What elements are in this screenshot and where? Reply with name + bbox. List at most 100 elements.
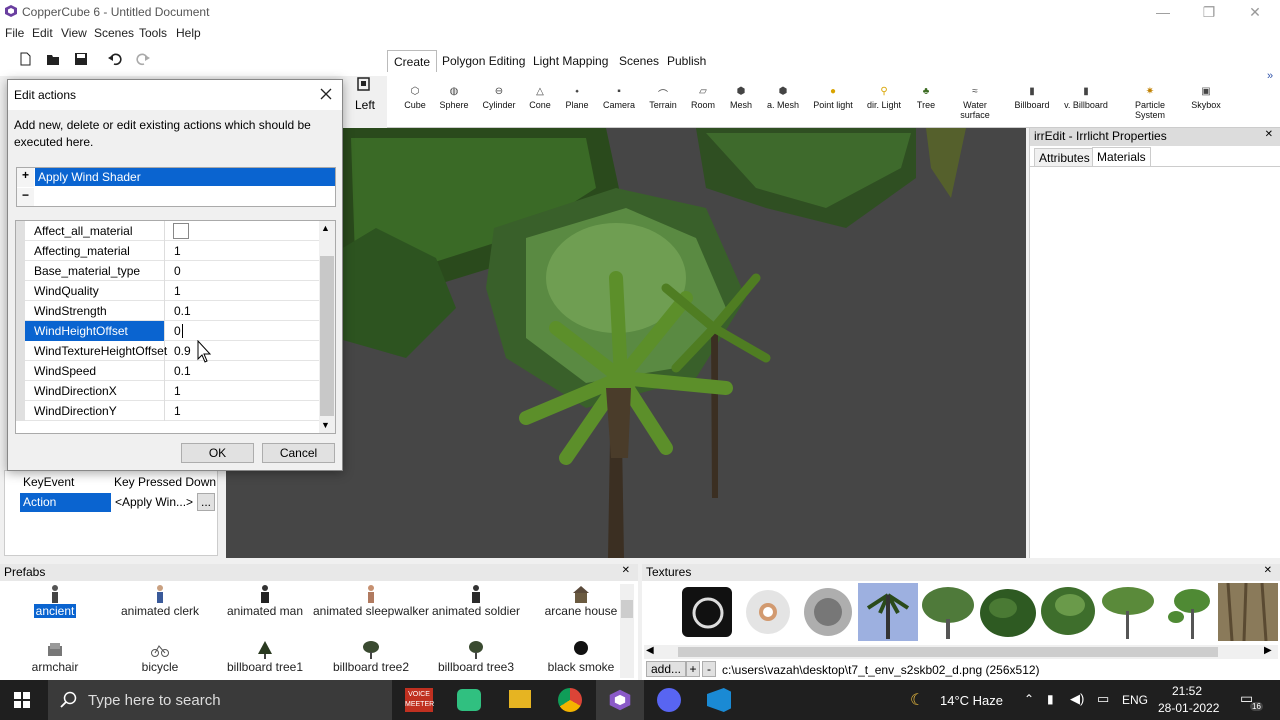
create-skybox-button[interactable]: ▣ Skybox xyxy=(1191,86,1221,110)
prefab-item[interactable]: bicycle xyxy=(101,640,219,674)
coppercube-taskbar-icon[interactable] xyxy=(608,688,632,712)
create-point-light-button[interactable]: ● Point light xyxy=(812,86,854,110)
create-animated-mesh-button[interactable]: ⬢ a. Mesh xyxy=(766,86,800,110)
property-value[interactable]: 1 xyxy=(174,404,181,418)
view-left-icon[interactable] xyxy=(357,77,371,91)
clock-time[interactable]: 21:52 xyxy=(1172,684,1202,698)
prefab-item[interactable]: billboard tree3 xyxy=(417,640,535,674)
prefab-item[interactable]: billboard tree1 xyxy=(206,640,324,674)
tab-publish[interactable]: Publish xyxy=(661,50,712,72)
tab-attributes[interactable]: Attributes xyxy=(1034,148,1095,167)
property-row[interactable]: WindStrength 0.1 xyxy=(25,301,326,321)
prefab-item[interactable]: animated soldier xyxy=(417,584,535,618)
create-billboard-button[interactable]: ▮ Billboard xyxy=(1014,86,1050,110)
create-plane-button[interactable]: ⬩ Plane xyxy=(565,86,589,110)
prefab-item[interactable]: armchair xyxy=(0,640,114,674)
property-value[interactable]: 1 xyxy=(174,284,181,298)
create-cube-button[interactable]: ⬡ Cube xyxy=(402,86,428,110)
undo-icon[interactable] xyxy=(108,52,122,66)
scroll-left-icon[interactable]: ◀ xyxy=(646,645,654,656)
property-value[interactable]: 0 xyxy=(174,264,181,278)
create-dir-light-button[interactable]: ⚲ dir. Light xyxy=(865,86,903,110)
view-left-label[interactable]: Left xyxy=(355,98,375,112)
ok-button[interactable]: OK xyxy=(181,443,254,463)
texture-thumbnail[interactable] xyxy=(738,583,798,641)
textures-scroll-thumb[interactable] xyxy=(678,647,1218,657)
property-value[interactable]: 0 xyxy=(174,324,181,338)
property-row[interactable]: Affect_all_material xyxy=(25,221,326,241)
property-row[interactable]: WindDirectionX 1 xyxy=(25,381,326,401)
prefab-item[interactable]: animated clerk xyxy=(101,584,219,618)
create-tree-button[interactable]: ♣ Tree xyxy=(915,86,937,110)
property-value[interactable]: 1 xyxy=(174,244,181,258)
menu-tools[interactable]: Tools xyxy=(139,26,167,40)
create-camera-button[interactable]: ▪ Camera xyxy=(602,86,636,110)
menu-help[interactable]: Help xyxy=(176,26,201,40)
textures-close-button[interactable]: ✕ xyxy=(1264,565,1272,576)
create-room-button[interactable]: ▱ Room xyxy=(691,86,715,110)
prop-action-value[interactable]: <Apply Win...> xyxy=(115,495,193,509)
redo-icon[interactable] xyxy=(136,52,150,66)
texture-thumbnail[interactable] xyxy=(678,583,738,641)
property-row[interactable]: WindSpeed 0.1 xyxy=(25,361,326,381)
minimize-button[interactable]: — xyxy=(1140,0,1186,24)
texture-thumbnail[interactable] xyxy=(1038,583,1098,641)
app-icon-green[interactable] xyxy=(457,689,481,711)
texture-thumbnail[interactable] xyxy=(978,583,1038,641)
texture-thumbnail[interactable] xyxy=(1218,583,1278,641)
texture-thumbnail[interactable] xyxy=(798,583,858,641)
volume-icon[interactable]: ◀) xyxy=(1070,691,1084,707)
property-row[interactable]: Base_material_type 0 xyxy=(25,261,326,281)
maximize-button[interactable]: ❐ xyxy=(1186,0,1232,24)
prefabs-scroll-thumb[interactable] xyxy=(621,600,633,618)
property-row[interactable]: WindTextureHeightOffset 0.9 xyxy=(25,341,326,361)
prefab-item[interactable]: billboard tree2 xyxy=(312,640,430,674)
property-value[interactable]: 0.9 xyxy=(174,344,191,358)
remove-action-button[interactable]: − xyxy=(17,188,34,206)
search-placeholder[interactable]: Type here to search xyxy=(88,692,221,709)
open-folder-icon[interactable] xyxy=(46,52,60,66)
scroll-up-icon[interactable]: ▲ xyxy=(321,223,330,233)
prop-keyevent-value[interactable]: Key Pressed Down xyxy=(114,475,216,489)
prop-action-edit-button[interactable]: ... xyxy=(197,493,215,511)
create-mesh-button[interactable]: ⬢ Mesh xyxy=(728,86,754,110)
menu-edit[interactable]: Edit xyxy=(32,26,53,40)
network-icon[interactable]: ▭ xyxy=(1097,691,1109,707)
menu-view[interactable]: View xyxy=(61,26,87,40)
tab-scenes[interactable]: Scenes xyxy=(613,50,665,72)
3d-viewport[interactable] xyxy=(226,128,1026,558)
create-cone-button[interactable]: △ Cone xyxy=(528,86,552,110)
texture-thumbnail-selected[interactable] xyxy=(858,583,918,641)
property-row[interactable]: WindDirectionY 1 xyxy=(25,401,326,421)
texture-thumbnail[interactable] xyxy=(1098,583,1158,641)
affect-all-checkbox[interactable] xyxy=(173,223,189,239)
texture-thumbnail[interactable] xyxy=(918,583,978,641)
property-row[interactable]: WindQuality 1 xyxy=(25,281,326,301)
prefab-item[interactable]: ancient xyxy=(0,584,114,618)
property-value[interactable]: 0.1 xyxy=(174,304,191,318)
create-sphere-button[interactable]: ◍ Sphere xyxy=(439,86,469,110)
chrome-icon[interactable] xyxy=(558,688,582,712)
prefab-item[interactable]: animated man xyxy=(206,584,324,618)
property-row[interactable]: Affecting_material 1 xyxy=(25,241,326,261)
texture-plus-button[interactable]: + xyxy=(686,661,700,677)
create-v-billboard-button[interactable]: ▮ v. Billboard xyxy=(1064,86,1108,110)
language-indicator[interactable]: ENG xyxy=(1122,693,1148,707)
texture-minus-button[interactable]: - xyxy=(702,661,716,677)
tab-materials[interactable]: Materials xyxy=(1092,147,1151,166)
prefabs-scrollbar[interactable] xyxy=(620,584,634,678)
save-icon[interactable] xyxy=(74,52,88,66)
property-value[interactable]: 1 xyxy=(174,384,181,398)
discord-icon[interactable] xyxy=(657,688,681,712)
property-grid-scroll-thumb[interactable] xyxy=(320,256,334,416)
windows-start-icon[interactable] xyxy=(14,692,30,708)
create-particle-system-button[interactable]: ✷ Particle System xyxy=(1122,86,1178,120)
prefabs-close-button[interactable]: ✕ xyxy=(622,565,630,576)
add-action-button[interactable]: + xyxy=(17,168,34,187)
clock-date[interactable]: 28-01-2022 xyxy=(1158,701,1219,715)
menu-file[interactable]: File xyxy=(5,26,24,40)
create-water-surface-button[interactable]: ≈ Water surface xyxy=(949,86,1001,120)
tab-light-mapping[interactable]: Light Mapping xyxy=(527,50,614,72)
scroll-down-icon[interactable]: ▼ xyxy=(321,420,330,430)
properties-close-button[interactable]: ✕ xyxy=(1265,129,1273,140)
